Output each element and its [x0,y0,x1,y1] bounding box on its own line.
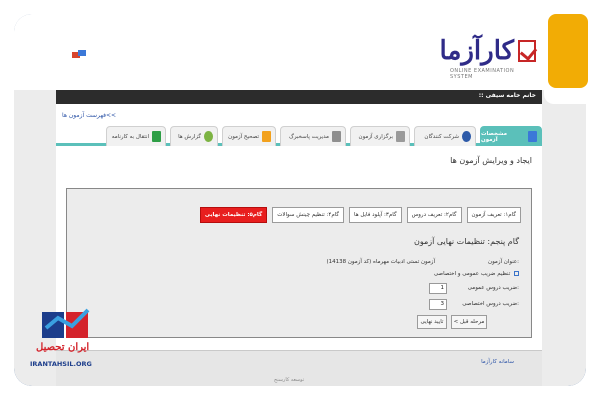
special-coef-label: ضریب دروس اختصاصی: [462,301,519,307]
wizard-steps: گام۱: تعریف آزمون گام۲: تعریف دروس گام۳:… [199,207,521,223]
main-tabs: مشخصات آزمون شرکت کنندگان برگزاری آزمون … [56,122,542,146]
screenshot-stage: کارآزما ONLINE EXAMINATION SYSTEM :: خان… [0,0,600,400]
site-footer: سامانه کارآزما توسعه کارسنج [56,350,542,386]
coef-setting-row: تنظیم ضریب عمومی و اختصاصی [434,271,519,277]
tab-answer-sheet[interactable]: مدیریت پاسخبرگ [280,126,346,146]
step-define-courses[interactable]: گام۲: تعریف دروس [406,207,462,223]
step-define-exam[interactable]: گام۱: تعریف آزمون [466,207,521,223]
user-greeting: :: خانم خامه سیفی [478,92,536,99]
tab-reports[interactable]: گزارش ها [170,126,218,146]
exam-title-label: عنوان آزمون: [488,259,519,265]
tab-label: مشخصات آزمون [481,130,507,143]
tab-exam-details[interactable]: مشخصات آزمون [480,126,542,146]
toolbar-icon[interactable] [72,50,86,60]
general-coef-label: ضریب دروس عمومی: [467,285,519,291]
main-page: فهرست آزمون ها<< مشخصات آزمون شرکت کنندگ… [56,104,542,386]
watermark-url: IRANTAHSIL.ORG [30,360,92,368]
tab-hold-exam[interactable]: برگزاری آزمون [350,126,410,146]
step-upload-files[interactable]: گام۳: آپلود فایل ها [349,207,402,223]
page-title: ایجاد و ویرایش آزمون ها [450,156,532,165]
tab-transfer[interactable]: انتقال به کارنامه [106,126,166,146]
step-final-settings[interactable]: گام۵: تنظیمات نهایی [199,207,268,223]
answer-sheet-icon [332,131,341,142]
logo-text: کارآزما [439,36,514,66]
logo-subtitle: ONLINE EXAMINATION SYSTEM [450,68,515,80]
special-coef-input[interactable]: 3 [429,299,447,310]
user-bar: :: خانم خامه سیفی [56,90,542,104]
tab-label: گزارش ها [178,133,201,140]
site-header: کارآزما ONLINE EXAMINATION SYSTEM [14,14,586,90]
footer-credit: توسعه کارسنج [274,377,305,383]
general-coef-input[interactable]: 1 [429,283,447,294]
orange-tile [548,14,588,88]
person-icon [462,131,471,142]
step-title: گام پنجم: تنظیمات نهایی آزمون [413,237,519,246]
tab-label: برگزاری آزمون [358,133,393,140]
tab-label: شرکت کنندگان [424,133,459,140]
irantahsil-watermark: ایران تحصیل IRANTAHSIL.ORG [30,306,100,374]
wrench-icon [528,131,537,142]
tab-label: انتقال به کارنامه [111,133,149,140]
transfer-icon [152,131,161,142]
chart-icon [204,131,213,142]
coef-setting-label: تنظیم ضریب عمومی و اختصاصی [433,271,511,277]
tab-participants[interactable]: شرکت کنندگان [414,126,476,146]
logo-check-icon [518,40,536,62]
footer-home-link[interactable]: سامانه کارآزما [481,359,514,365]
step-question-order[interactable]: گام۴: تنظیم چینش سوالات [272,207,345,223]
coef-setting-checkbox[interactable] [514,271,519,276]
tab-grading[interactable]: تصحیح آزمون [222,126,276,146]
watermark-name: ایران تحصیل [36,342,90,353]
confirm-final-button[interactable]: تایید نهایی [417,315,447,329]
tab-label: مدیریت پاسخبرگ [288,133,329,140]
exam-title-value: آزمون تستی ادبیات مهرماه (کد آزمون 14138… [326,259,435,265]
watermark-book-icon [42,308,90,338]
prev-step-button[interactable]: < مرحله قبل [451,315,487,329]
grading-icon [262,131,271,142]
exam-wizard-panel: گام۱: تعریف آزمون گام۲: تعریف دروس گام۳:… [66,188,532,338]
karazma-logo[interactable]: کارآزما ONLINE EXAMINATION SYSTEM [440,36,536,84]
exam-list-link[interactable]: فهرست آزمون ها<< [62,112,116,119]
tab-label: تصحیح آزمون [228,133,259,140]
hold-exam-icon [396,131,405,142]
